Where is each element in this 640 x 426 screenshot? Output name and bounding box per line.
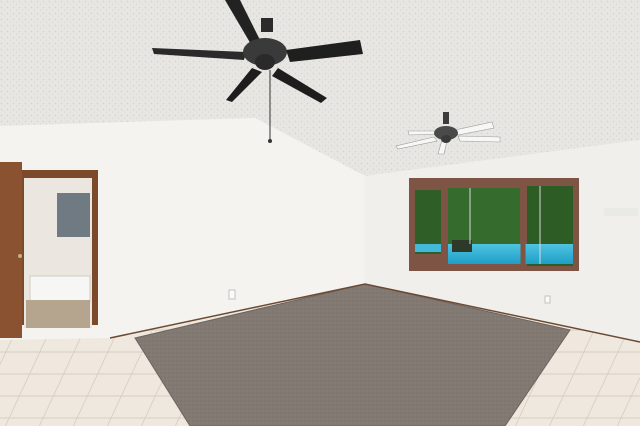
patio-chair xyxy=(452,240,472,252)
wall-outlet xyxy=(228,289,236,300)
room-photo xyxy=(0,0,640,426)
bathroom-floor xyxy=(26,300,90,328)
open-door xyxy=(0,162,22,338)
pool-water xyxy=(415,244,441,252)
bathroom-window xyxy=(57,193,90,237)
watermark xyxy=(604,208,638,216)
door-knob xyxy=(18,254,22,258)
bathtub xyxy=(29,275,91,303)
wall-outlet xyxy=(544,295,551,304)
